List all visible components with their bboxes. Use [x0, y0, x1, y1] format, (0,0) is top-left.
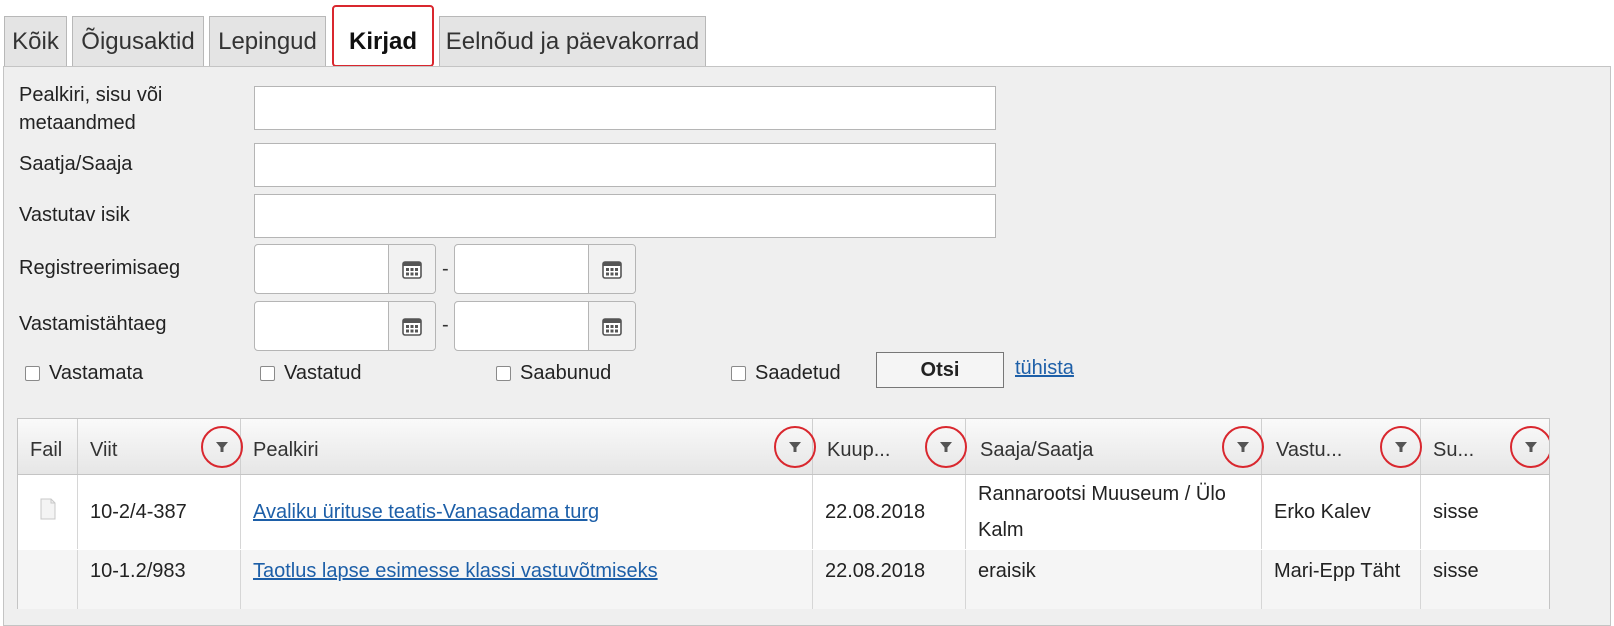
responsible-label: Vastutav isik	[19, 204, 130, 226]
direction-cell: sisse	[1433, 500, 1479, 523]
file-cell	[18, 550, 78, 609]
checkbox-vastamata[interactable]: Vastamata	[25, 362, 143, 385]
deadline-from-input[interactable]	[254, 301, 436, 351]
sender-input[interactable]	[254, 143, 996, 187]
ref-cell: 10-2/4-387	[78, 475, 241, 549]
results-table: Fail Viit Pealkiri Kuup... Saaja/Saatja …	[17, 418, 1550, 609]
title-cell: Taotlus lapse esimesse klassi vastuvõtmi…	[241, 550, 813, 609]
file-cell	[18, 475, 78, 549]
table-row: 10-2/4-387 Avaliku ürituse teatis-Vanasa…	[18, 475, 1549, 549]
responsible-input[interactable]	[254, 194, 996, 238]
title-search-input[interactable]	[254, 86, 996, 130]
tab-lepingud[interactable]: Lepingud	[209, 16, 326, 66]
calendar-icon[interactable]	[388, 245, 435, 293]
checkbox-box[interactable]	[25, 366, 40, 381]
ref-cell: 10-1.2/983	[78, 550, 241, 609]
tab-kirjad[interactable]: Kirjad	[332, 5, 434, 67]
deadline-to-input[interactable]	[454, 301, 636, 351]
title-label-line2: metaandmed	[19, 112, 136, 134]
tab-koik[interactable]: Kõik	[4, 16, 67, 66]
column-header-pealkiri[interactable]: Pealkiri	[241, 419, 813, 474]
column-header-fail[interactable]: Fail	[18, 419, 78, 474]
filter-icon[interactable]	[1510, 426, 1549, 468]
checkbox-vastatud[interactable]: Vastatud	[260, 362, 361, 385]
checkbox-label: Saabunud	[520, 362, 612, 384]
column-header-saaja-saatja[interactable]: Saaja/Saatja	[966, 419, 1262, 474]
filter-icon[interactable]	[1222, 426, 1264, 468]
checkbox-box[interactable]	[731, 366, 746, 381]
table-header: Fail Viit Pealkiri Kuup... Saaja/Saatja …	[18, 419, 1549, 475]
filter-icon[interactable]	[201, 426, 243, 468]
checkbox-label: Saadetud	[755, 362, 841, 384]
filter-icon[interactable]	[1380, 426, 1422, 468]
party-line: Rannarootsi Muuseum / Ülo	[978, 483, 1226, 505]
checkbox-label: Vastamata	[49, 362, 144, 384]
title-label-line1: Pealkiri, sisu või	[19, 84, 163, 106]
checkbox-box[interactable]	[496, 366, 511, 381]
tab-oigusaktid[interactable]: Õigusaktid	[72, 16, 204, 66]
table-row: 10-1.2/983 Taotlus lapse esimesse klassi…	[18, 550, 1549, 609]
registered-from-input[interactable]	[254, 244, 436, 294]
responsible-cell: Mari-Epp Täht	[1262, 550, 1421, 609]
range-separator: -	[442, 314, 449, 336]
search-tabs: Kõik Õigusaktid Lepingud Kirjad Eelnõud …	[0, 0, 1614, 67]
registered-label: Registreerimisaeg	[19, 257, 181, 279]
party-line: Kalm	[978, 519, 1024, 541]
filter-icon[interactable]	[774, 426, 816, 468]
cancel-link[interactable]: tühista	[1015, 357, 1074, 380]
document-title-link[interactable]: Avaliku ürituse teatis-Vanasadama turg	[253, 501, 599, 524]
calendar-icon[interactable]	[388, 302, 435, 350]
document-icon[interactable]	[39, 498, 57, 526]
party-cell: Rannarootsi Muuseum / Ülo Kalm	[966, 475, 1262, 549]
sender-label: Saatja/Saaja	[19, 153, 133, 175]
tab-eelnoud[interactable]: Eelnõud ja päevakorrad	[439, 16, 706, 66]
date-cell: 22.08.2018	[813, 550, 966, 609]
checkbox-box[interactable]	[260, 366, 275, 381]
responsible-cell: Erko Kalev	[1262, 475, 1421, 549]
document-title-link[interactable]: Taotlus lapse esimesse klassi vastuvõtmi…	[253, 560, 658, 583]
search-button[interactable]: Otsi	[876, 352, 1004, 388]
filter-icon[interactable]	[925, 426, 967, 468]
party-cell: eraisik	[966, 550, 1262, 609]
registered-to-input[interactable]	[454, 244, 636, 294]
checkbox-saabunud[interactable]: Saabunud	[496, 362, 611, 385]
calendar-icon[interactable]	[588, 245, 635, 293]
deadline-label: Vastamistähtaeg	[19, 313, 167, 335]
calendar-icon[interactable]	[588, 302, 635, 350]
direction-cell: sisse	[1433, 560, 1479, 582]
title-cell: Avaliku ürituse teatis-Vanasadama turg	[241, 475, 813, 549]
checkbox-label: Vastatud	[284, 362, 362, 384]
range-separator: -	[442, 258, 449, 280]
date-cell: 22.08.2018	[813, 475, 966, 549]
checkbox-saadetud[interactable]: Saadetud	[731, 362, 841, 385]
